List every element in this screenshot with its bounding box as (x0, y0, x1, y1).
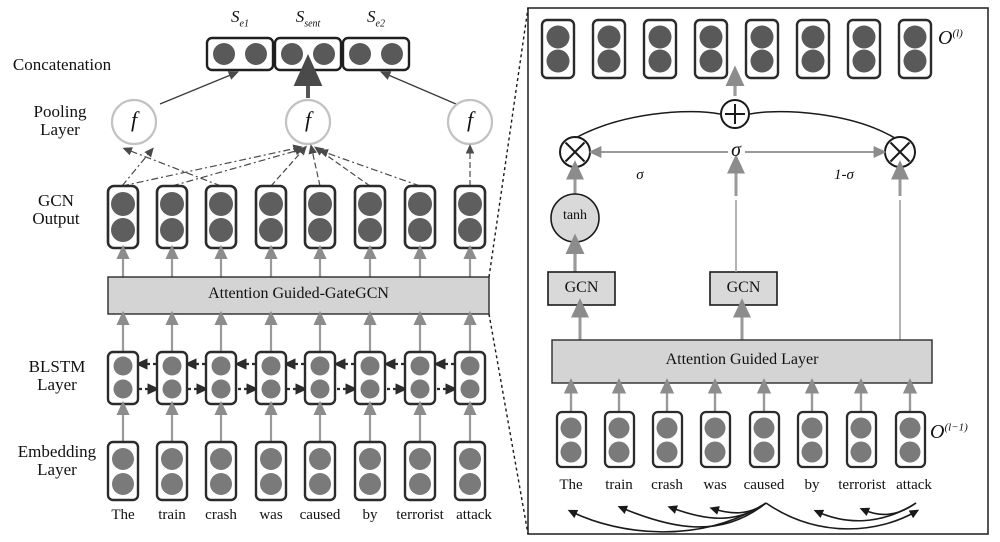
left-word-0: The (111, 507, 135, 523)
right-word-4: caused (743, 477, 785, 493)
row-label-gcn-output: GCN Output (6, 192, 106, 228)
row-label-blstm-layer: BLSTM Layer (4, 358, 110, 394)
left-word-1: train (158, 507, 186, 523)
left-word-3: was (259, 507, 283, 523)
blstm-label-line2: Layer (37, 374, 77, 394)
tanh-label: tanh (562, 208, 588, 223)
embedding-label-line1: Embedding (17, 442, 97, 461)
multiply-operator-left (559, 136, 591, 168)
left-word-6: terrorist (396, 507, 444, 523)
pooling-node-3-label: f (466, 107, 474, 132)
right-word-6: terrorist (838, 477, 886, 493)
right-word-7: attack (896, 477, 932, 493)
left-word-4: caused (299, 507, 341, 523)
right-word-1: train (605, 477, 633, 493)
sum-operator-node (720, 99, 750, 129)
detail-input-symbol: O(l−1) (930, 421, 968, 443)
gcn-left-label: GCN (564, 279, 599, 296)
gate-center-sigma-label: σ (731, 139, 741, 161)
figure-canvas: Concatenation Pooling Layer GCN Output B… (0, 0, 1000, 542)
gcn-label-line1: GCN (38, 191, 74, 210)
blstm-label-line1: BLSTM (28, 357, 86, 376)
right-word-3: was (703, 477, 727, 493)
embedding-nodes (106, 440, 487, 502)
detail-output-superscript: (l) (952, 27, 963, 40)
concat-subscript-sentence: sent (304, 18, 321, 30)
row-label-concatenation: Concatenation (12, 55, 112, 74)
concat-subscript-entity1: e1 (239, 18, 249, 30)
multiply-operator-right (884, 136, 916, 168)
zoom-connector-lines (488, 7, 529, 535)
gate-left-sigma-label: σ (636, 167, 644, 183)
row-label-pooling-layer: Pooling Layer (6, 103, 114, 139)
concatenation-blocks (205, 36, 411, 72)
pooling-node-2-label: f (304, 107, 312, 132)
gcn-output-nodes (106, 184, 487, 250)
concat-symbol-entity1: Se1 (231, 7, 249, 30)
right-word-0: The (559, 477, 583, 493)
concat-symbol-entity2: Se2 (367, 7, 385, 30)
aggcn-to-gcnoutput-arrows (116, 244, 477, 277)
gcn-label-line2: Output (32, 208, 80, 228)
row-label-embedding-layer: Embedding Layer (2, 443, 112, 479)
right-word-2: crash (651, 477, 683, 493)
blstm-to-aggcn-arrows (116, 310, 477, 352)
gcn-to-pooling-arrows (121, 144, 475, 187)
pooling-label-line1: Pooling (33, 102, 87, 121)
embedding-label-line2: Layer (37, 459, 77, 479)
gate-right-sigma-label: 1-σ (834, 167, 854, 183)
concat-symbol-sentence: Ssent (295, 7, 321, 30)
aggcn-band-label: Attention Guided-GateGCN (208, 285, 389, 302)
attention-guided-layer-label: Attention Guided Layer (665, 351, 819, 368)
left-word-7: attack (456, 507, 492, 523)
detail-output-symbol: O(l) (938, 27, 963, 49)
gcn-right-label: GCN (726, 279, 761, 296)
pooling-node-1-label: f (130, 107, 138, 132)
pooling-label-line2: Layer (40, 119, 80, 139)
left-word-2: crash (205, 507, 237, 523)
blstm-nodes (106, 350, 487, 406)
concat-subscript-entity2: e2 (375, 18, 385, 30)
embedding-to-blstm-arrows (116, 400, 477, 442)
detail-input-superscript: (l−1) (944, 421, 968, 434)
diagram-vector-layer (106, 7, 989, 535)
